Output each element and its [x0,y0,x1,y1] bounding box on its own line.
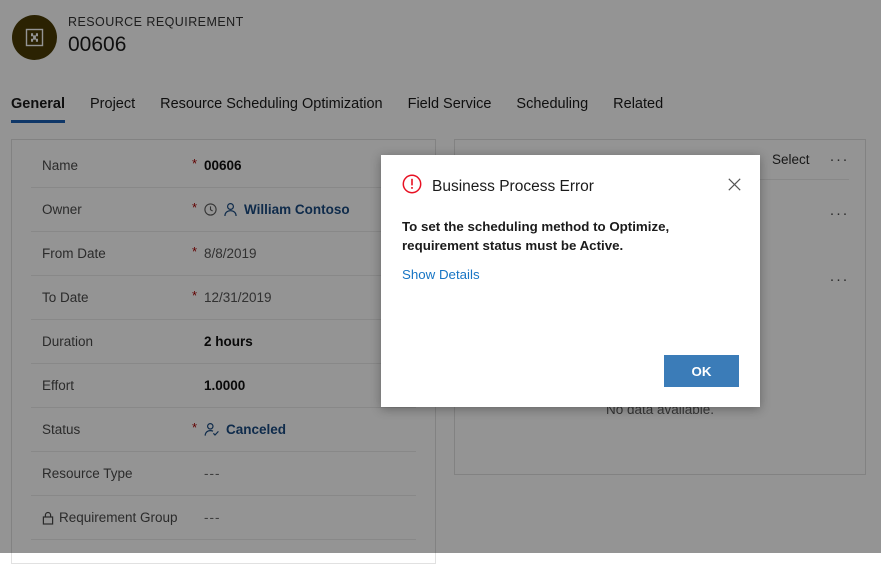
dialog-title-row: Business Process Error [402,174,746,199]
show-details-link[interactable]: Show Details [402,267,480,282]
error-circle-icon [402,174,422,199]
close-icon[interactable] [722,172,746,196]
dialog-message: To set the scheduling method to Optimize… [402,217,727,256]
dialog-title: Business Process Error [432,178,594,196]
business-process-error-dialog: Business Process Error To set the schedu… [381,155,760,407]
ok-button[interactable]: OK [664,355,739,387]
app-root: RESOURCE REQUIREMENT 00606 GeneralProjec… [0,0,881,553]
